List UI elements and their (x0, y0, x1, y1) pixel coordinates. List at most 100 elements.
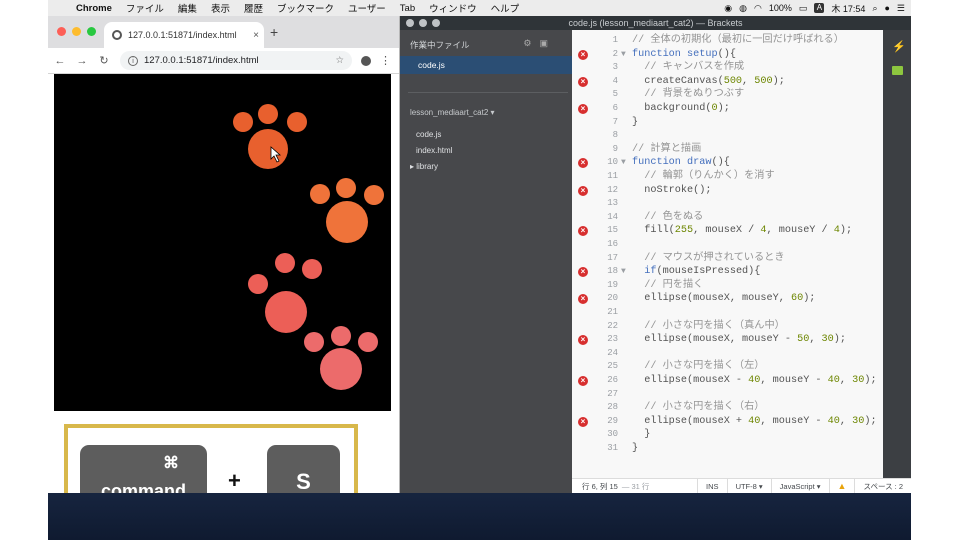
code-line[interactable]: × 18 ▼ if(mouseIsPressed){ (572, 265, 883, 279)
browser-tab[interactable]: 127.0.0.1:51871/index.html × (104, 22, 264, 48)
record-icon[interactable]: ◉ (724, 3, 732, 14)
code-line[interactable]: 11 // 輪郭（りんかく）を消す (572, 170, 883, 184)
cursor-position[interactable]: 行 6, 列 15 (572, 481, 618, 492)
paw-4-toe-middle (331, 326, 351, 346)
menu-view[interactable]: 表示 (204, 1, 237, 15)
working-file-code-js[interactable]: code.js (400, 56, 572, 74)
code-line[interactable]: × 10 ▼ function draw(){ (572, 156, 883, 170)
language-select[interactable]: JavaScript ▾ (770, 478, 829, 493)
code-line[interactable]: 24 (572, 347, 883, 361)
code-line[interactable]: 8 (572, 129, 883, 143)
code-line[interactable]: × 20 ellipse(mouseX, mouseY, 60); (572, 292, 883, 306)
battery-icon[interactable]: ▭ (799, 3, 808, 14)
menu-edit[interactable]: 編集 (171, 1, 204, 15)
code-line[interactable]: 1 // 全体の初期化（最初に一回だけ呼ばれる） (572, 34, 883, 48)
wifi-icon[interactable]: ◠ (754, 3, 762, 14)
menu-chrome[interactable]: Chrome (69, 3, 119, 14)
menu-tab[interactable]: Tab (393, 3, 422, 14)
close-window-button[interactable] (57, 27, 66, 36)
siri-icon[interactable]: ● (884, 3, 889, 13)
indent-spaces[interactable]: スペース : 2 (854, 478, 911, 493)
code-line[interactable]: 16 (572, 238, 883, 252)
extension-manager-icon[interactable] (892, 66, 903, 75)
live-preview-icon[interactable]: ⚡ (892, 40, 906, 53)
code-line[interactable]: × 23 ellipse(mouseX, mouseY - 50, 30); (572, 333, 883, 347)
code-line[interactable]: 7} (572, 116, 883, 130)
brackets-title-bar: code.js (lesson_mediaart_cat2) — Bracket… (400, 16, 911, 30)
code-line[interactable]: × 4 createCanvas(500, 500); (572, 75, 883, 89)
code-line[interactable]: 21 (572, 306, 883, 320)
spotlight-icon[interactable]: ⌕ (872, 3, 877, 14)
code-line[interactable]: × 12 noStroke(); (572, 184, 883, 198)
notification-center-icon[interactable]: ☰ (897, 3, 905, 14)
file-tree-item-code-js[interactable]: code.js (416, 130, 441, 139)
site-info-icon[interactable]: i (128, 55, 138, 66)
address-bar[interactable]: i 127.0.0.1:51871/index.html ☆ (120, 51, 352, 70)
code-line[interactable]: 27 (572, 388, 883, 402)
code-line[interactable]: × 2 ▼ function setup(){ (572, 48, 883, 62)
menu-help[interactable]: ヘルプ (484, 1, 527, 15)
menu-window[interactable]: ウィンドウ (422, 1, 484, 15)
reload-button[interactable]: ↻ (94, 54, 114, 67)
brackets-close-button[interactable] (406, 19, 414, 27)
code-text: // マウスが押されているとき (632, 252, 784, 266)
project-dropdown[interactable]: lesson_mediaart_cat2 ▾ (410, 108, 495, 117)
close-tab-icon[interactable]: × (248, 30, 264, 41)
minimize-window-button[interactable] (72, 27, 81, 36)
code-line[interactable]: 3 // キャンバスを作成 (572, 61, 883, 75)
cast-icon[interactable]: ◍ (739, 3, 747, 14)
code-line[interactable]: 13 (572, 197, 883, 211)
menu-file[interactable]: ファイル (119, 1, 171, 15)
settings-gear-icon[interactable]: ⚙ (523, 38, 539, 48)
menu-history[interactable]: 履歴 (237, 1, 270, 15)
code-line[interactable]: × 26 ellipse(mouseX - 40, mouseY - 40, 30… (572, 374, 883, 388)
code-line[interactable]: 25 // 小さな円を描く（左） (572, 360, 883, 374)
code-text: ellipse(mouseX + 40, mouseY - 40, 30); (632, 415, 876, 429)
code-line[interactable]: 22 // 小さな円を描く（真ん中） (572, 320, 883, 334)
battery-percent[interactable]: 100% (769, 3, 792, 13)
code-line[interactable]: 31} (572, 442, 883, 456)
code-line[interactable]: 9 // 計算と描画 (572, 143, 883, 157)
fold-toggle-icon[interactable]: ▼ (621, 48, 626, 62)
back-button[interactable]: ← (50, 55, 70, 67)
menubar-clock[interactable]: 木 17:54 (831, 2, 865, 15)
code-token: ); (803, 293, 816, 305)
code-line[interactable]: 19 // 円を描く (572, 279, 883, 293)
code-line[interactable]: × 6 background(0); (572, 102, 883, 116)
p5-canvas[interactable] (54, 74, 391, 411)
encoding-select[interactable]: UTF-8 ▾ (726, 478, 771, 493)
bookmark-star-icon[interactable]: ☆ (335, 55, 352, 66)
code-line[interactable]: 30 } (572, 428, 883, 442)
fold-toggle-icon[interactable]: ▼ (621, 265, 626, 279)
code-editor[interactable]: 1// 全体の初期化（最初に一回だけ呼ばれる） × 2 ▼ function setup… (572, 30, 883, 478)
sidebar-header-icons[interactable]: ⚙▣ (523, 38, 556, 49)
forward-button[interactable]: → (72, 55, 92, 67)
menu-bookmarks[interactable]: ブックマーク (270, 1, 341, 15)
chrome-menu-icon[interactable]: ⋮ (380, 54, 391, 67)
file-tree-folder-library[interactable]: ▸ library (410, 162, 438, 171)
code-line[interactable]: × 15 fill(255, mouseX / 4, mouseY / 4); (572, 224, 883, 238)
brackets-zoom-button[interactable] (432, 19, 440, 27)
brackets-minimize-button[interactable] (419, 19, 427, 27)
zoom-window-button[interactable] (87, 27, 96, 36)
code-line[interactable]: × 29 ellipse(mouseX + 40, mouseY - 40, 30… (572, 415, 883, 429)
file-tree-item-index-html[interactable]: index.html (416, 146, 452, 155)
code-line[interactable]: 17 // マウスが押されているとき (572, 252, 883, 266)
input-source-badge[interactable]: A (814, 3, 825, 13)
address-url[interactable]: 127.0.0.1:51871/index.html (144, 55, 335, 66)
linter-warning-icon[interactable]: ▲ (828, 478, 855, 493)
line-number: 8 (612, 130, 618, 141)
profile-avatar-icon[interactable] (361, 55, 371, 66)
code-line[interactable]: 14 // 色をぬる (572, 211, 883, 225)
split-view-icon[interactable]: ▣ (539, 38, 556, 48)
line-number: 22 (607, 320, 618, 331)
code-token: noStroke(); (632, 184, 712, 196)
menu-user[interactable]: ユーザー (341, 1, 393, 15)
new-tab-button[interactable]: + (270, 24, 278, 40)
fold-toggle-icon[interactable]: ▼ (621, 156, 626, 170)
code-line[interactable]: 28 // 小さな円を描く（右） (572, 401, 883, 415)
ins-mode-toggle[interactable]: INS (697, 478, 727, 493)
code-line[interactable]: 5 // 背景をぬりつぶす (572, 88, 883, 102)
